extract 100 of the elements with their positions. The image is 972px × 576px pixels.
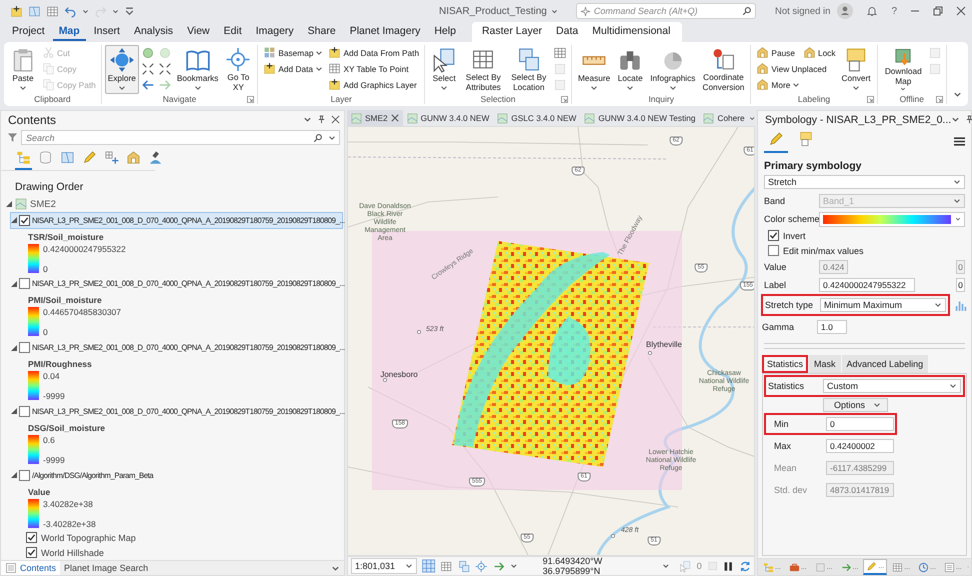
ribbon-tab[interactable]: Project bbox=[6, 22, 51, 40]
checkbox[interactable] bbox=[19, 214, 30, 226]
layer-row[interactable]: World Topographic Map bbox=[26, 530, 344, 546]
checkbox[interactable] bbox=[768, 245, 779, 256]
ribbon-button[interactable]: Pause bbox=[754, 45, 797, 60]
document-tab[interactable]: GSLC 3.4.0 NEW bbox=[493, 110, 580, 126]
label-field[interactable]: 0 bbox=[956, 278, 965, 292]
panel-tab[interactable]: Statistics bbox=[762, 355, 808, 373]
menu-icon[interactable] bbox=[954, 136, 965, 147]
document-tab[interactable]: Cohere bbox=[699, 110, 749, 126]
expander-icon[interactable] bbox=[11, 344, 17, 351]
ribbon-button[interactable]: More bbox=[754, 77, 802, 92]
ribbon-button[interactable]: Explore bbox=[104, 45, 139, 94]
pin-icon[interactable] bbox=[965, 115, 972, 124]
ribbon-button[interactable]: Paste bbox=[7, 45, 39, 94]
close-icon[interactable] bbox=[331, 115, 340, 124]
panel-tab[interactable]: Mask bbox=[809, 355, 841, 373]
value-field[interactable]: 0.424 bbox=[819, 260, 848, 274]
pane-tab[interactable]: Planet Image Search bbox=[60, 561, 152, 575]
ribbon-button[interactable]: Coordinate Conversion bbox=[699, 45, 748, 94]
ribbon-button[interactable]: Convert bbox=[838, 45, 874, 94]
ribbon-button[interactable]: Go To XY bbox=[222, 45, 254, 94]
stat-field[interactable]: 0 bbox=[826, 417, 894, 431]
checkbox[interactable] bbox=[19, 278, 30, 290]
document-tab[interactable]: SME2 bbox=[347, 110, 403, 126]
ribbon-tab[interactable]: Edit bbox=[218, 22, 248, 40]
ribbon-button[interactable]: Add Data bbox=[261, 61, 325, 76]
gamma-field[interactable]: 1.0 bbox=[817, 320, 847, 334]
ribbon-button[interactable]: Lock bbox=[800, 45, 838, 60]
launcher-icon[interactable] bbox=[247, 96, 254, 103]
ribbon-button[interactable]: Download Map bbox=[880, 45, 926, 94]
ribbon-button[interactable]: Measure bbox=[574, 45, 614, 94]
ribbon-tab[interactable]: Help bbox=[428, 22, 462, 40]
help-button[interactable]: ? bbox=[891, 6, 897, 16]
map-name[interactable]: SME2 bbox=[30, 198, 56, 210]
pause-icon[interactable] bbox=[723, 560, 734, 572]
ribbon-button[interactable]: Bookmarks bbox=[174, 45, 222, 94]
color-scheme-dropdown[interactable] bbox=[819, 212, 965, 226]
statistics-dropdown[interactable]: Custom bbox=[823, 379, 961, 393]
splitter-handle[interactable] bbox=[764, 343, 965, 349]
tool-button[interactable] bbox=[140, 61, 156, 76]
expander-icon[interactable] bbox=[6, 201, 12, 208]
document-tab[interactable]: GUNW 3.4.0 NEW bbox=[402, 110, 494, 126]
ribbon-tab[interactable]: Multidimensional bbox=[586, 22, 676, 40]
close-icon[interactable] bbox=[390, 114, 399, 122]
stretch-type-dropdown[interactable]: Minimum Maximum bbox=[820, 298, 946, 312]
document-tab[interactable]: GUNW 3.4.0 NEW Testing bbox=[580, 110, 700, 126]
ribbon-tab[interactable]: Data bbox=[550, 22, 584, 40]
ribbon-button[interactable]: Select By Attributes bbox=[461, 45, 506, 94]
checkbox[interactable] bbox=[26, 547, 37, 558]
close-icon[interactable] bbox=[956, 6, 966, 16]
stat-field[interactable]: 0.42400002 bbox=[826, 439, 894, 453]
command-search-field[interactable]: Command Search (Alt+Q) bbox=[576, 3, 756, 19]
expander-icon[interactable] bbox=[11, 280, 17, 287]
refresh-icon[interactable] bbox=[738, 560, 752, 572]
ribbon-button[interactable]: Infographics bbox=[647, 45, 698, 94]
checkbox[interactable] bbox=[19, 406, 30, 417]
expander-icon[interactable] bbox=[11, 217, 17, 224]
ribbon-tab[interactable]: Imagery bbox=[250, 22, 300, 40]
account-status[interactable]: Not signed in bbox=[774, 6, 830, 16]
launcher-icon[interactable] bbox=[560, 96, 568, 103]
checkbox[interactable] bbox=[26, 532, 37, 544]
ribbon-button[interactable]: Select By Location bbox=[506, 45, 551, 94]
launcher-icon[interactable] bbox=[866, 96, 874, 103]
ribbon-tab[interactable]: Insert bbox=[88, 22, 126, 40]
ribbon-button[interactable]: View Unplaced bbox=[754, 61, 829, 76]
label-field[interactable]: 0.4240000247955322 bbox=[819, 278, 915, 292]
expander-icon[interactable] bbox=[11, 472, 17, 478]
scale-dropdown[interactable]: 1:801,031 bbox=[351, 558, 418, 574]
restore-icon[interactable] bbox=[933, 6, 943, 16]
ribbon-button[interactable]: Add Graphics Layer bbox=[326, 77, 419, 92]
expander-icon[interactable] bbox=[11, 408, 17, 414]
ribbon-button[interactable]: Basemap bbox=[261, 45, 326, 60]
ribbon-tab[interactable]: Planet Imagery bbox=[344, 22, 426, 40]
tool-button[interactable] bbox=[552, 45, 568, 60]
pane-tab[interactable]: Contents bbox=[1, 561, 60, 575]
launcher-icon[interactable] bbox=[936, 96, 943, 103]
value-field[interactable]: 0 bbox=[956, 260, 965, 274]
search-field[interactable]: Search bbox=[21, 130, 340, 145]
filter-icon[interactable] bbox=[7, 132, 18, 143]
ribbon-tab[interactable]: View bbox=[181, 22, 216, 40]
ribbon-button[interactable]: XY Table To Point bbox=[326, 61, 410, 76]
avatar-icon[interactable] bbox=[837, 3, 854, 19]
grid-icon[interactable] bbox=[422, 559, 436, 573]
layer-row[interactable]: World Hillshade bbox=[26, 545, 344, 560]
checkbox[interactable] bbox=[768, 230, 779, 241]
checkbox[interactable] bbox=[19, 470, 30, 481]
pin-icon[interactable] bbox=[317, 115, 326, 124]
customize-icon[interactable] bbox=[124, 6, 135, 16]
ribbon-tab[interactable]: Raster Layer bbox=[476, 22, 548, 40]
ribbon-tab[interactable]: Share bbox=[302, 22, 342, 40]
ribbon-button[interactable]: Add Data From Path bbox=[326, 45, 422, 60]
panel-tab[interactable]: Advanced Labeling bbox=[842, 355, 928, 373]
tool-button[interactable] bbox=[156, 61, 173, 76]
bell-icon[interactable] bbox=[866, 5, 878, 17]
view-tab[interactable] bbox=[764, 130, 788, 153]
renderer-dropdown[interactable]: Stretch bbox=[764, 175, 965, 189]
undo-icon[interactable] bbox=[64, 4, 77, 18]
ribbon-button[interactable]: Locate bbox=[614, 45, 646, 94]
ribbon-tab[interactable]: Analysis bbox=[128, 22, 180, 40]
